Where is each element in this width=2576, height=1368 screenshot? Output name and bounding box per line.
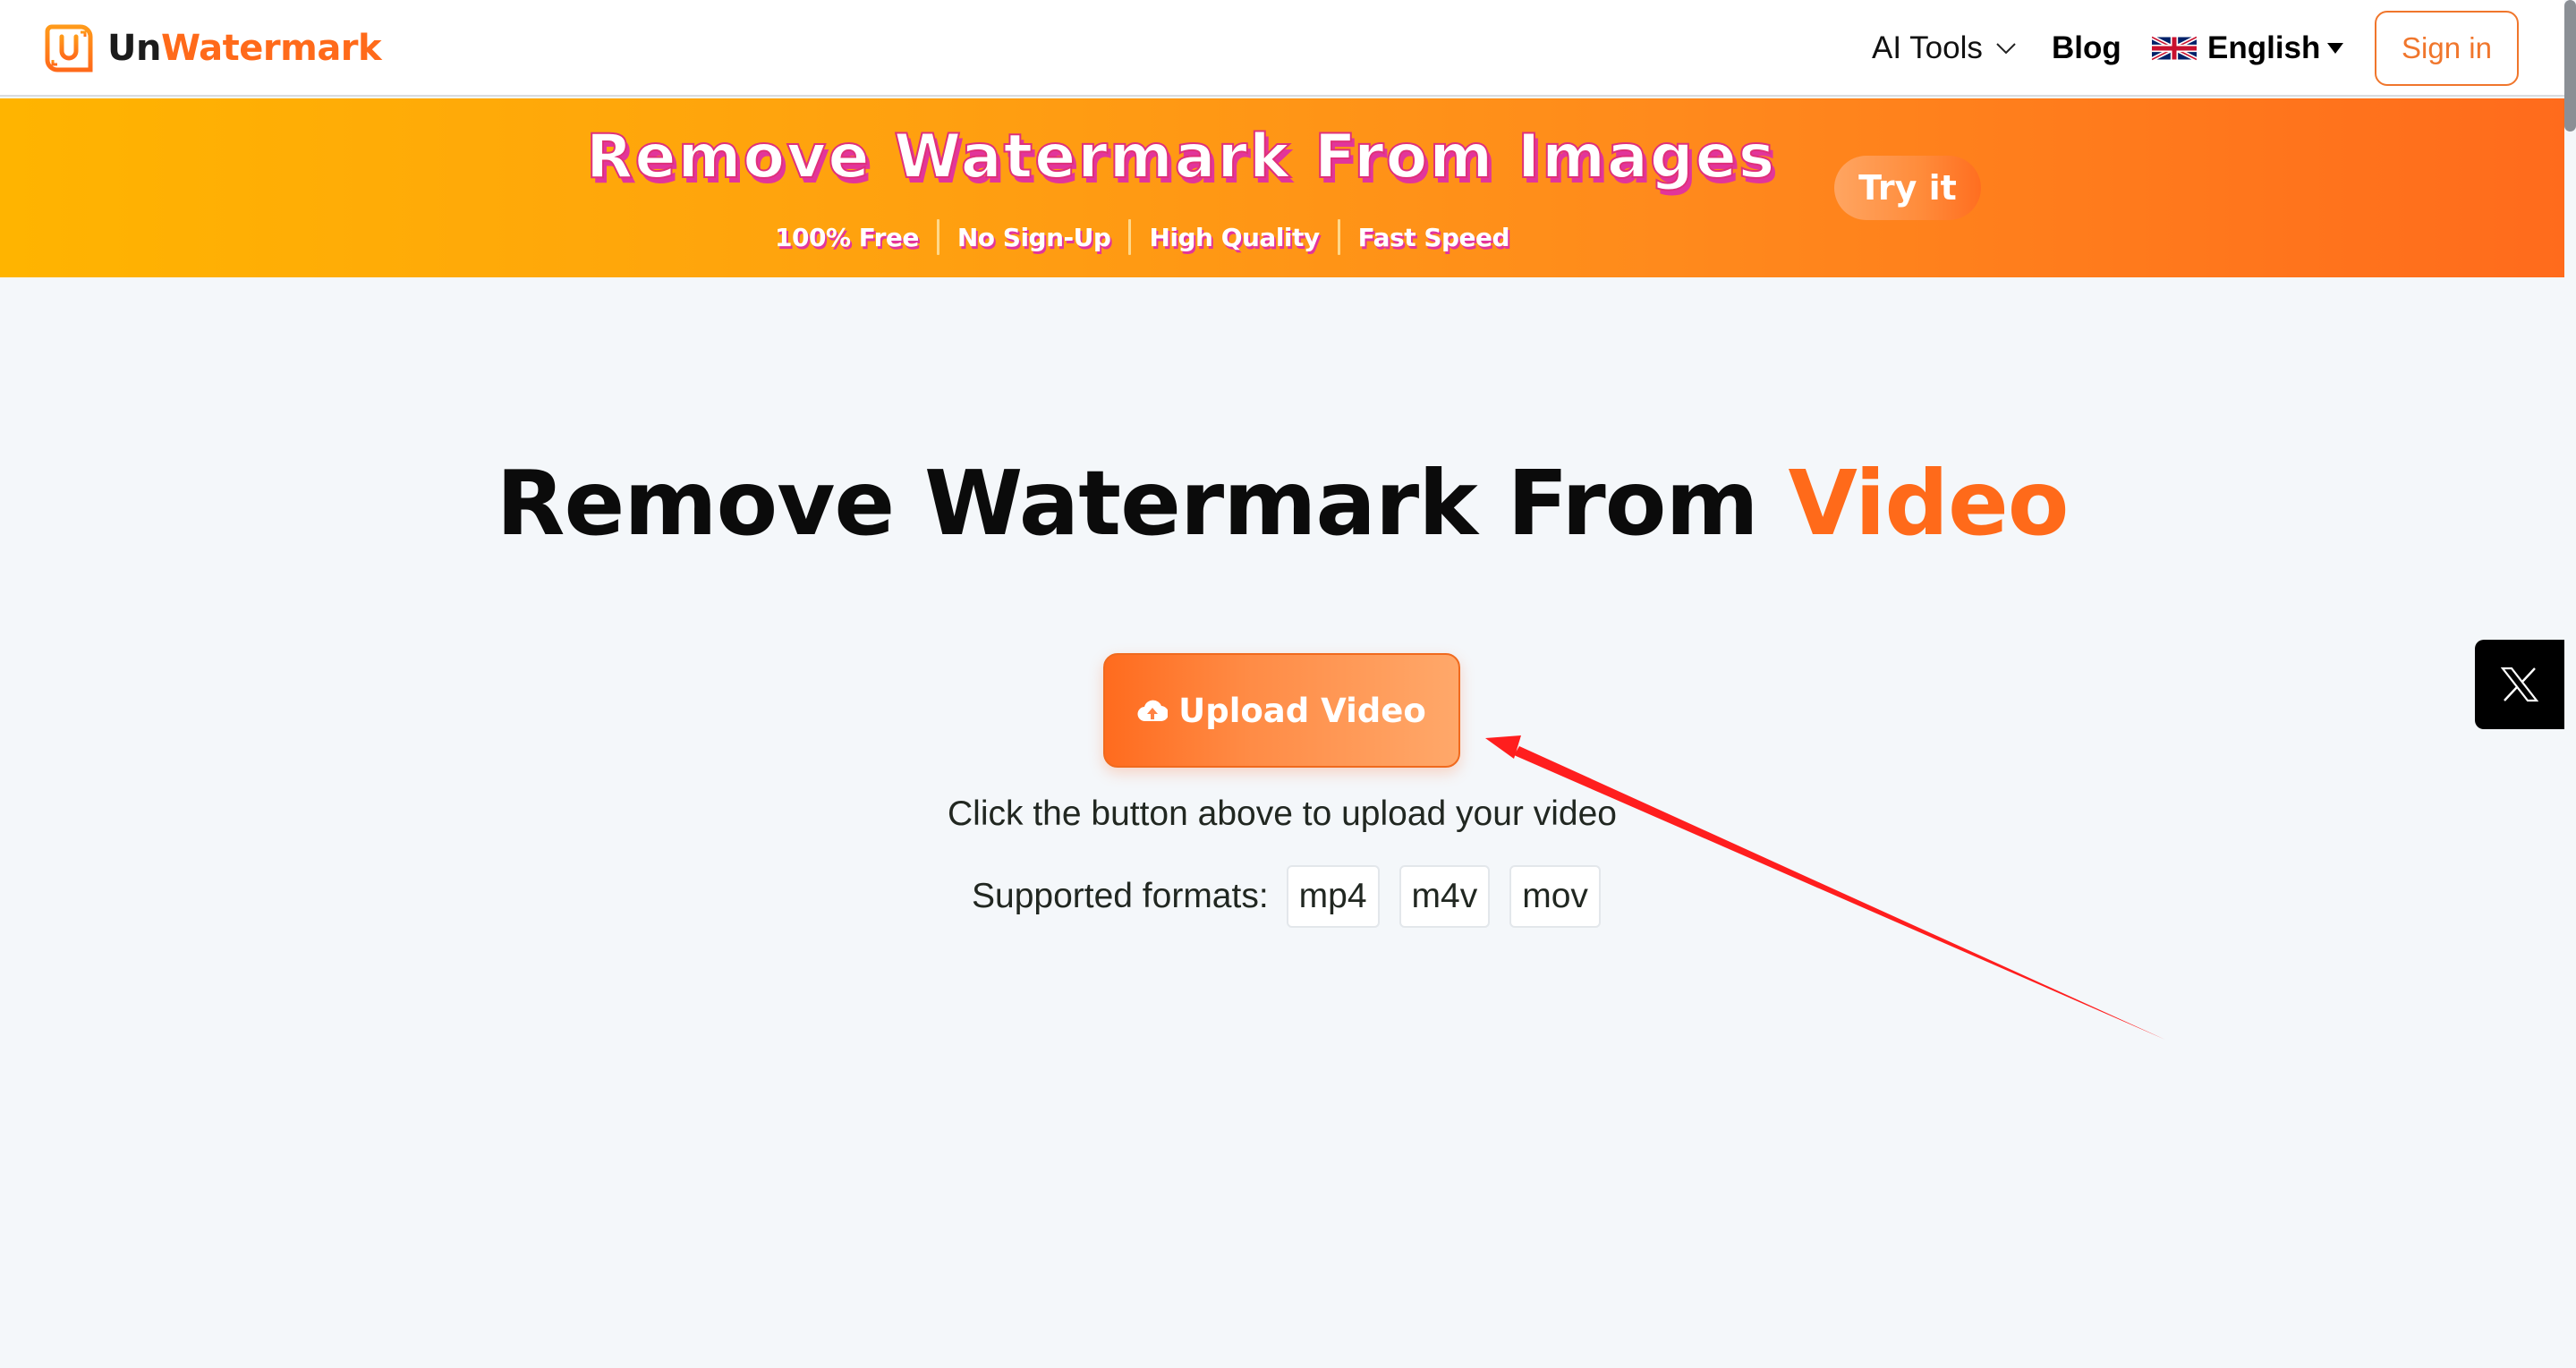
formats-label: Supported formats: bbox=[972, 877, 1269, 915]
annotation-arrow-head bbox=[1485, 735, 1521, 759]
upload-video-button[interactable]: Upload Video bbox=[1103, 653, 1460, 768]
feature-divider bbox=[1128, 219, 1132, 255]
caret-down-icon bbox=[2327, 43, 2344, 54]
try-it-button[interactable]: Try it bbox=[1834, 156, 1981, 220]
nav-ai-tools-label: AI Tools bbox=[1872, 30, 1983, 65]
x-share-button[interactable] bbox=[2475, 640, 2564, 729]
logo-text-suffix: Watermark bbox=[160, 28, 382, 69]
x-twitter-icon bbox=[2501, 667, 2538, 702]
promo-banner[interactable]: Remove Watermark From Images 100% Free N… bbox=[0, 98, 2564, 277]
logo[interactable]: UnWatermark bbox=[45, 23, 382, 73]
upload-hint: Click the button above to upload your vi… bbox=[948, 794, 1617, 833]
nav-blog-label: Blog bbox=[2052, 30, 2121, 65]
banner-features: 100% Free No Sign-Up High Quality Fast S… bbox=[775, 217, 1510, 257]
nav-blog[interactable]: Blog bbox=[2052, 0, 2121, 97]
sign-in-button[interactable]: Sign in bbox=[2375, 11, 2519, 86]
logo-text-prefix: Un bbox=[107, 28, 161, 69]
supported-formats: Supported formats: mp4 m4v mov bbox=[972, 865, 1620, 928]
logo-text: UnWatermark bbox=[107, 28, 382, 69]
banner-title: Remove Watermark From Images bbox=[585, 122, 1777, 192]
page-title-prefix: Remove Watermark From bbox=[496, 451, 1789, 556]
format-chip-m4v: m4v bbox=[1399, 865, 1491, 928]
feature-divider bbox=[936, 219, 939, 255]
scrollbar-track[interactable] bbox=[2564, 0, 2576, 1368]
page-title: Remove Watermark From Video bbox=[0, 455, 2564, 553]
format-chip-mp4: mp4 bbox=[1286, 865, 1380, 928]
language-label: English bbox=[2207, 30, 2321, 65]
feature-divider bbox=[1337, 219, 1340, 255]
chevron-down-icon bbox=[1996, 43, 2016, 55]
language-selector[interactable]: English bbox=[2152, 0, 2344, 97]
scrollbar-thumb[interactable] bbox=[2564, 0, 2576, 132]
uk-flag-icon bbox=[2152, 36, 2197, 61]
feature-quality: High Quality bbox=[1149, 222, 1320, 252]
page-title-accent: Video bbox=[1788, 451, 2069, 556]
feature-speed: Fast Speed bbox=[1357, 222, 1510, 252]
feature-no-signup: No Sign-Up bbox=[956, 222, 1111, 252]
format-chip-mov: mov bbox=[1509, 865, 1601, 928]
cloud-upload-icon bbox=[1137, 700, 1169, 722]
upload-video-label: Upload Video bbox=[1178, 691, 1426, 730]
site-header: UnWatermark AI Tools Blog English Sign i… bbox=[0, 0, 2564, 97]
nav-ai-tools[interactable]: AI Tools bbox=[1872, 0, 2017, 97]
feature-free: 100% Free bbox=[775, 222, 919, 252]
unwatermark-logo-icon bbox=[45, 24, 93, 72]
